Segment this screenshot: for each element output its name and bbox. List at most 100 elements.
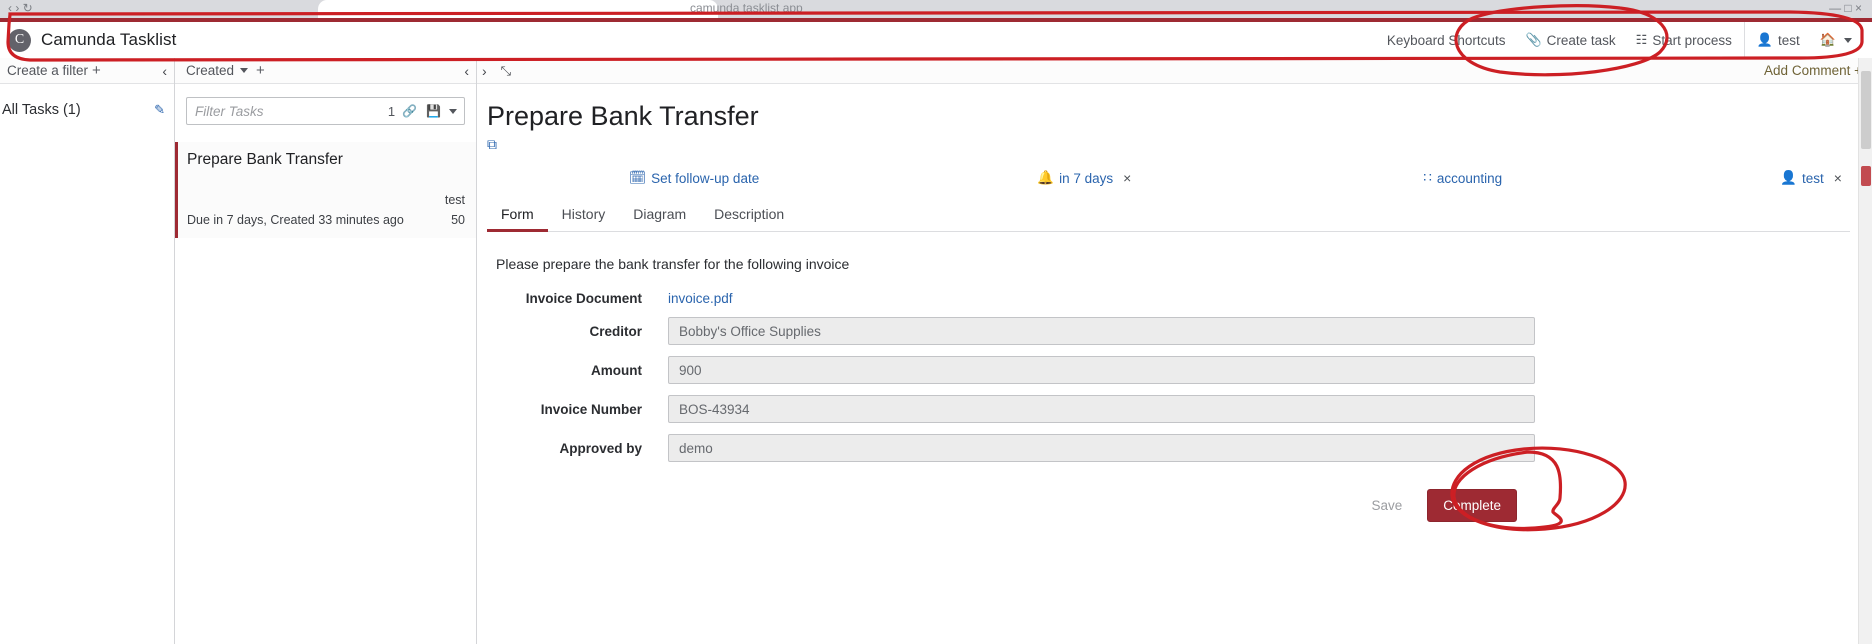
task-item-meta-row: Due in 7 days, Created 33 minutes ago 50 (187, 213, 465, 227)
set-follow-up-date-button[interactable]: 🗓 Set follow-up date (629, 170, 759, 186)
nav-keyboard-shortcuts-label: Keyboard Shortcuts (1386, 32, 1506, 48)
scrollbar-thumb[interactable] (1861, 71, 1871, 149)
filter-item-all-tasks[interactable]: All Tasks (1) ✎ (0, 98, 174, 122)
task-item-assignee: test (444, 193, 465, 207)
paperclip-icon: 📎 (1525, 32, 1542, 47)
task-detail-pane: › ⤡ Add Comment + Prepare Bank Transfer … (477, 58, 1872, 644)
nav-user-menu[interactable]: 👤 test (1747, 22, 1810, 58)
approved-by-input[interactable] (668, 434, 1535, 463)
chevron-down-icon[interactable] (240, 68, 249, 73)
browser-nav-icons[interactable]: ‹ › ↻ (8, 1, 33, 15)
filter-pane: Create a filter + ‹ All Tasks (1) ✎ (0, 58, 175, 644)
list-icon: ☷ (1635, 32, 1648, 47)
amount-input[interactable] (668, 356, 1535, 385)
task-form: Please prepare the bank transfer for the… (487, 232, 1850, 523)
unclaim-task-icon[interactable]: × (1834, 170, 1842, 186)
chevron-down-icon[interactable] (449, 108, 457, 114)
set-follow-up-date-label: Set follow-up date (651, 170, 760, 186)
nav-start-process[interactable]: ☷ Start process (1626, 22, 1742, 58)
tab-diagram[interactable]: Diagram (619, 200, 700, 232)
candidate-group-button[interactable]: ∷ accounting (1423, 170, 1502, 186)
form-label-creditor: Creditor (589, 323, 642, 339)
expand-tasklist-icon[interactable]: › (482, 64, 487, 78)
form-field-invoice-document: Invoice Document invoice.pdf (496, 291, 1850, 306)
tasklist-toolbar: Created + ‹ (175, 58, 476, 84)
nav-user-label: test (1778, 32, 1800, 48)
form-field-approved-by: Approved by (496, 434, 1850, 463)
fullscreen-icon[interactable]: ⤡ (501, 63, 511, 79)
save-button[interactable]: Save (1358, 491, 1415, 520)
link-icon[interactable]: 🔗 (402, 104, 426, 118)
user-icon: 👤 (1756, 32, 1774, 47)
nav-keyboard-shortcuts[interactable]: Keyboard Shortcuts (1377, 22, 1516, 58)
collapse-tasklist-pane-icon[interactable]: ‹ (464, 64, 469, 78)
create-filter-label[interactable]: Create a filter (7, 63, 88, 78)
user-icon: 👤 (1780, 170, 1798, 186)
due-date-label: in 7 days (1059, 170, 1114, 186)
form-label-invoice-document: Invoice Document (525, 291, 642, 307)
browser-tab[interactable] (318, 0, 718, 18)
edit-pencil-icon[interactable]: ✎ (154, 102, 165, 118)
form-field-amount: Amount (496, 356, 1850, 385)
add-sort-plus-icon[interactable]: + (256, 62, 265, 79)
save-filter-icon[interactable]: 💾 (426, 104, 447, 118)
form-field-invoice-number: Invoice Number (496, 395, 1850, 424)
nav-divider (1743, 22, 1745, 58)
detail-toolbar: › ⤡ Add Comment + (477, 58, 1872, 84)
filter-item-label: All Tasks (1) (2, 102, 81, 118)
collapse-filter-pane-icon[interactable]: ‹ (162, 64, 167, 78)
external-link-icon[interactable]: ⧉ (487, 136, 497, 153)
task-item-assignee-row: test (187, 193, 465, 207)
tab-history[interactable]: History (548, 200, 620, 232)
form-label-amount: Amount (591, 362, 642, 378)
complete-button[interactable]: Complete (1427, 489, 1517, 523)
assignee-label: test (1802, 170, 1824, 186)
detail-tabs: Form History Diagram Description (487, 200, 1850, 233)
filter-pane-toolbar: Create a filter + ‹ (0, 58, 174, 84)
app-body: Create a filter + ‹ All Tasks (1) ✎ Crea… (0, 58, 1872, 644)
remove-due-date-icon[interactable]: × (1123, 170, 1131, 186)
form-intro-text: Please prepare the bank transfer for the… (496, 256, 850, 273)
nav-home-menu[interactable]: 🏠 (1810, 22, 1862, 58)
page-title: Prepare Bank Transfer (487, 101, 759, 131)
brand: C Camunda Tasklist (0, 28, 177, 52)
search-result-count: 1 (387, 103, 396, 119)
tab-form[interactable]: Form (487, 200, 548, 233)
form-field-creditor: Creditor (496, 317, 1850, 346)
candidate-group-label: accounting (1436, 170, 1503, 186)
camunda-logo-icon: C (8, 28, 31, 52)
creditor-input[interactable] (668, 317, 1535, 346)
task-list-item[interactable]: Prepare Bank Transfer test Due in 7 days… (175, 142, 476, 238)
task-item-title: Prepare Bank Transfer (187, 151, 343, 168)
browser-tab-title: camunda tasklist app (690, 1, 803, 15)
task-search-wrapper: 1 🔗 💾 (186, 97, 465, 125)
search-input[interactable] (187, 103, 388, 119)
window-controls[interactable]: — □ × (1829, 1, 1862, 15)
tab-description[interactable]: Description (700, 200, 798, 232)
grid-icon: ∷ (1423, 170, 1432, 186)
scrollbar-marker (1861, 166, 1871, 186)
tasklist-pane: Created + ‹ 1 🔗 💾 Prepare Bank Transfer … (175, 58, 477, 644)
page-scrollbar[interactable] (1858, 58, 1872, 644)
app-title: Camunda Tasklist (41, 30, 177, 49)
sort-by-label[interactable]: Created (186, 63, 234, 78)
nav-create-task-label: Create task (1546, 32, 1616, 48)
nav-start-process-label: Start process (1652, 32, 1732, 48)
bell-icon: 🔔 (1037, 170, 1055, 186)
due-date-button[interactable]: 🔔 in 7 days × (1037, 170, 1131, 186)
assignee-button[interactable]: 👤 test × (1780, 170, 1842, 186)
form-label-approved-by: Approved by (559, 440, 642, 456)
add-comment-button[interactable]: Add Comment + (1764, 63, 1862, 78)
invoice-number-input[interactable] (668, 395, 1535, 424)
invoice-document-link[interactable]: invoice.pdf (668, 291, 733, 306)
add-comment-label: Add Comment (1764, 63, 1851, 78)
home-icon: 🏠 (1819, 32, 1836, 47)
detail-body: Prepare Bank Transfer ⧉ 🗓 Set follow-up … (477, 84, 1872, 644)
browser-chrome-strip: ‹ › ↻ camunda tasklist app — □ × (0, 0, 1872, 18)
create-filter-plus-icon[interactable]: + (92, 62, 101, 79)
task-meta-row: 🗓 Set follow-up date 🔔 in 7 days × ∷ acc… (487, 170, 1850, 186)
form-label-invoice-number: Invoice Number (540, 401, 642, 417)
task-item-priority: 50 (451, 213, 465, 227)
header-nav: Keyboard Shortcuts 📎 Create task ☷ Start… (1377, 22, 1872, 58)
nav-create-task[interactable]: 📎 Create task (1515, 22, 1625, 58)
